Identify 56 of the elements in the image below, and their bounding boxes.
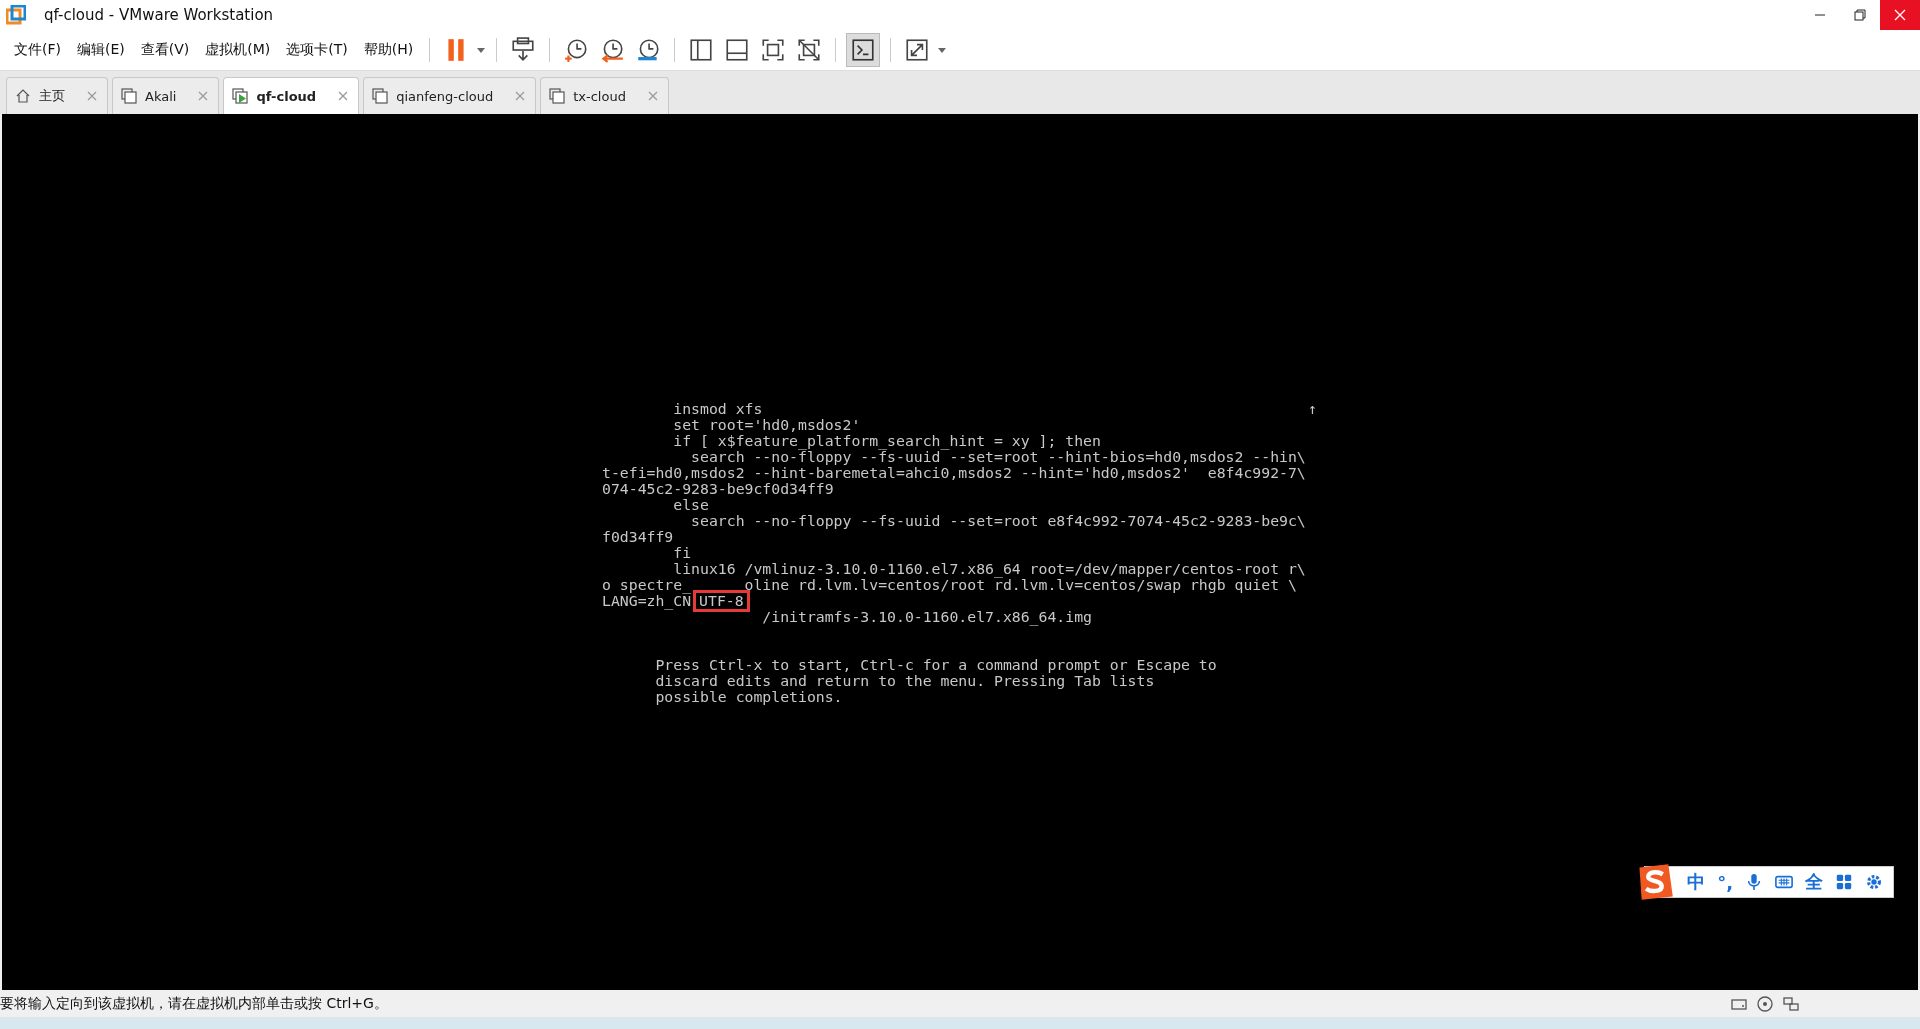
settings-icon[interactable]: [1865, 873, 1883, 891]
console-line: fi: [672, 545, 693, 561]
console-line: LANG=zh_CN: [602, 593, 692, 609]
console-icon[interactable]: [846, 33, 881, 67]
menu-item[interactable]: 虚拟机(M): [199, 41, 277, 59]
console-line: f0d34ff9: [602, 529, 675, 545]
menu-item[interactable]: 文件(F): [8, 41, 67, 59]
tab[interactable]: tx-cloud: [540, 77, 669, 114]
ime-punctuation[interactable]: °,: [1717, 871, 1733, 893]
ime-mode[interactable]: 中: [1687, 870, 1706, 894]
scroll-indicator: ↑: [1308, 401, 1318, 417]
console-line: search --no-floppy --fs-uuid --set=root --hint-bios=hd0,msdos2 --hin\: [690, 449, 1307, 465]
console-line: 074-45c2-9283-be9cf0d34ff9: [602, 481, 835, 497]
console-line: Press Ctrl-x to start, Ctrl-c for a command prompt or Escape to: [654, 657, 1218, 673]
tab[interactable]: qf-cloud: [223, 77, 360, 114]
console-line: discard edits and return to the menu. Pressing Tab lists: [654, 673, 1155, 689]
microphone-icon[interactable]: [1745, 873, 1763, 891]
console-line: if [ x$feature_platform_search_hint = xy ]; then: [672, 433, 1102, 449]
console-line: search --no-floppy --fs-uuid --set=root e8f4c992-7074-45c2-9283-be9c\: [690, 513, 1307, 529]
menu-item[interactable]: 编辑(E): [71, 41, 131, 59]
tab-label: 主页: [39, 87, 65, 105]
menu-item[interactable]: 选项卡(T): [280, 41, 354, 59]
grid-icon[interactable]: [1835, 873, 1853, 891]
close-icon[interactable]: [338, 91, 349, 101]
home-icon: [15, 88, 31, 104]
caret-icon[interactable]: [476, 45, 487, 55]
window-title: qf-cloud - VMware Workstation: [44, 6, 274, 24]
console-line: t-efi=hd0,msdos2 --hint-baremetal=ahci0,msdos2 --hint='hd0,msdos2' e8f4c992-7\: [602, 465, 1307, 481]
console-line: set root='hd0,msdos2': [672, 417, 862, 433]
menu-item[interactable]: 查看(V): [134, 41, 196, 59]
tab-label: qianfeng-cloud: [396, 88, 494, 104]
menu-item[interactable]: 帮助(H): [357, 41, 420, 59]
ime-width[interactable]: 全: [1805, 870, 1823, 894]
console-line: insmod xfs: [672, 401, 763, 417]
network-icon[interactable]: [1782, 994, 1800, 1013]
running-vm-icon: [232, 88, 249, 104]
tab[interactable]: qianfeng-cloud: [363, 77, 537, 114]
tab-label: tx-cloud: [573, 88, 626, 104]
status-message: 要将输入定向到该虚拟机，请在虚拟机内部单击或按 Ctrl+G。: [0, 994, 388, 1013]
highlight-annotation: UTF-8: [693, 590, 750, 612]
console-line: linux16 /vmlinuz-3.10.0-1160.el7.x86_64 root=/dev/mapper/centos-root r\: [672, 561, 1307, 577]
vm-icon: [549, 88, 566, 104]
console-line: possible completions.: [654, 689, 844, 705]
tab-label: Akali: [145, 88, 177, 104]
vm-icon: [372, 88, 389, 104]
vm-icon: [121, 88, 137, 104]
tab[interactable]: 主页: [6, 77, 108, 114]
cd-drive-icon[interactable]: [1756, 994, 1774, 1013]
console-line: o spectre_ oline rd.lvm.lv=centos/root rd.lvm.lv=centos/swap rhgb quiet \: [602, 577, 1298, 593]
tab-label: qf-cloud: [256, 88, 317, 104]
console-line: /initramfs-3.10.0-1160.el7.x86_64.img: [761, 609, 1093, 625]
caret-icon[interactable]: [937, 45, 948, 55]
app-logo-icon: [6, 5, 26, 25]
keyboard-icon[interactable]: [1775, 873, 1793, 891]
tab[interactable]: Akali: [112, 77, 220, 114]
console-line: else: [672, 497, 710, 513]
